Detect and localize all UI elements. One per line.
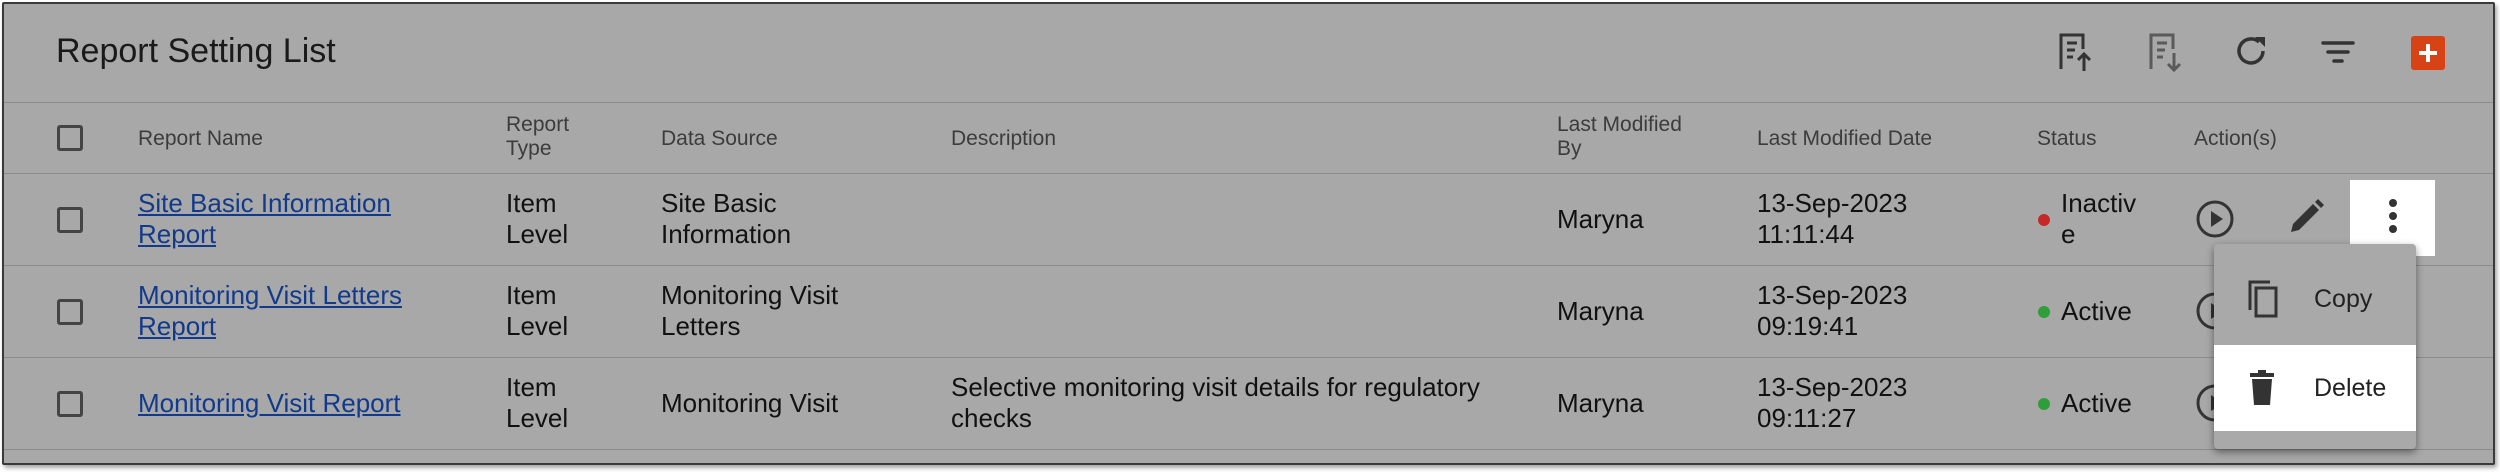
download-report-icon[interactable] <box>2141 29 2187 75</box>
status-badge: Active <box>2061 296 2132 326</box>
menu-item-copy[interactable]: Copy <box>2214 256 2416 342</box>
filter-icon[interactable] <box>2315 29 2361 75</box>
table-header: Report Name Report Type Data Source Desc… <box>4 102 2493 174</box>
column-header-status[interactable]: Status <box>2037 127 2097 151</box>
menu-item-label: Copy <box>2314 285 2373 313</box>
column-header-description[interactable]: Description <box>951 127 1056 151</box>
refresh-icon[interactable] <box>2228 29 2274 75</box>
row-checkbox[interactable] <box>57 207 83 233</box>
report-type: Item Level <box>506 372 569 433</box>
status-badge: Inactive <box>2061 188 2137 249</box>
copy-icon <box>2248 280 2278 318</box>
column-header-report-name[interactable]: Report Name <box>138 127 263 151</box>
report-setting-panel: Report Setting List Report Name Report T… <box>2 2 2495 465</box>
status-dot <box>2038 306 2050 318</box>
run-icon[interactable] <box>2192 196 2238 242</box>
column-header-data-source[interactable]: Data Source <box>661 127 778 151</box>
column-header-last-modified-by[interactable]: Last Modified By <box>1557 113 1707 161</box>
status-dot <box>2038 398 2050 410</box>
page-title: Report Setting List <box>56 32 336 70</box>
report-name-link[interactable]: Monitoring Visit Report <box>138 388 458 419</box>
row-checkbox[interactable] <box>57 299 83 325</box>
edit-icon[interactable] <box>2283 194 2329 240</box>
column-header-last-modified-date[interactable]: Last Modified Date <box>1757 127 1932 151</box>
data-source: Monitoring Visit <box>661 388 839 418</box>
add-icon <box>2419 44 2437 62</box>
report-type: Item Level <box>506 280 569 341</box>
table-row: Monitoring Visit Letters Report Item Lev… <box>4 266 2493 358</box>
upload-report-icon[interactable] <box>2051 29 2097 75</box>
report-name-link[interactable]: Monitoring Visit Letters Report <box>138 280 438 342</box>
column-header-report-type[interactable]: Report Type <box>506 113 596 161</box>
report-name-link[interactable]: Site Basic Information Report <box>138 188 428 250</box>
more-vert-icon <box>2389 199 2397 233</box>
table-row: Site Basic Information Report Item Level… <box>4 174 2493 266</box>
delete-icon <box>2250 370 2274 405</box>
last-modified-by: Maryna <box>1557 204 1644 234</box>
last-modified-by: Maryna <box>1557 296 1644 326</box>
column-header-actions: Action(s) <box>2194 127 2277 150</box>
add-button[interactable] <box>2411 36 2445 70</box>
status-dot <box>2038 214 2050 226</box>
menu-item-delete[interactable]: Delete <box>2214 345 2416 431</box>
data-source: Site Basic Information <box>661 188 792 249</box>
row-checkbox[interactable] <box>57 391 83 417</box>
status-badge: Active <box>2061 388 2132 418</box>
last-modified-date: 13-Sep-2023 11:11:44 <box>1757 188 1908 249</box>
menu-item-label: Delete <box>2314 374 2387 402</box>
last-modified-by: Maryna <box>1557 388 1644 418</box>
description: Selective monitoring visit details for r… <box>951 372 1480 433</box>
last-modified-date: 13-Sep-2023 09:19:41 <box>1757 280 1908 341</box>
select-all-checkbox[interactable] <box>57 125 83 151</box>
row-actions-menu: Copy Delete <box>2214 244 2416 449</box>
data-source: Monitoring Visit Letters <box>661 280 839 341</box>
last-modified-date: 13-Sep-2023 09:11:27 <box>1757 372 1908 433</box>
report-type: Item Level <box>506 188 569 249</box>
table-row: Monitoring Visit Report Item Level Monit… <box>4 358 2493 450</box>
